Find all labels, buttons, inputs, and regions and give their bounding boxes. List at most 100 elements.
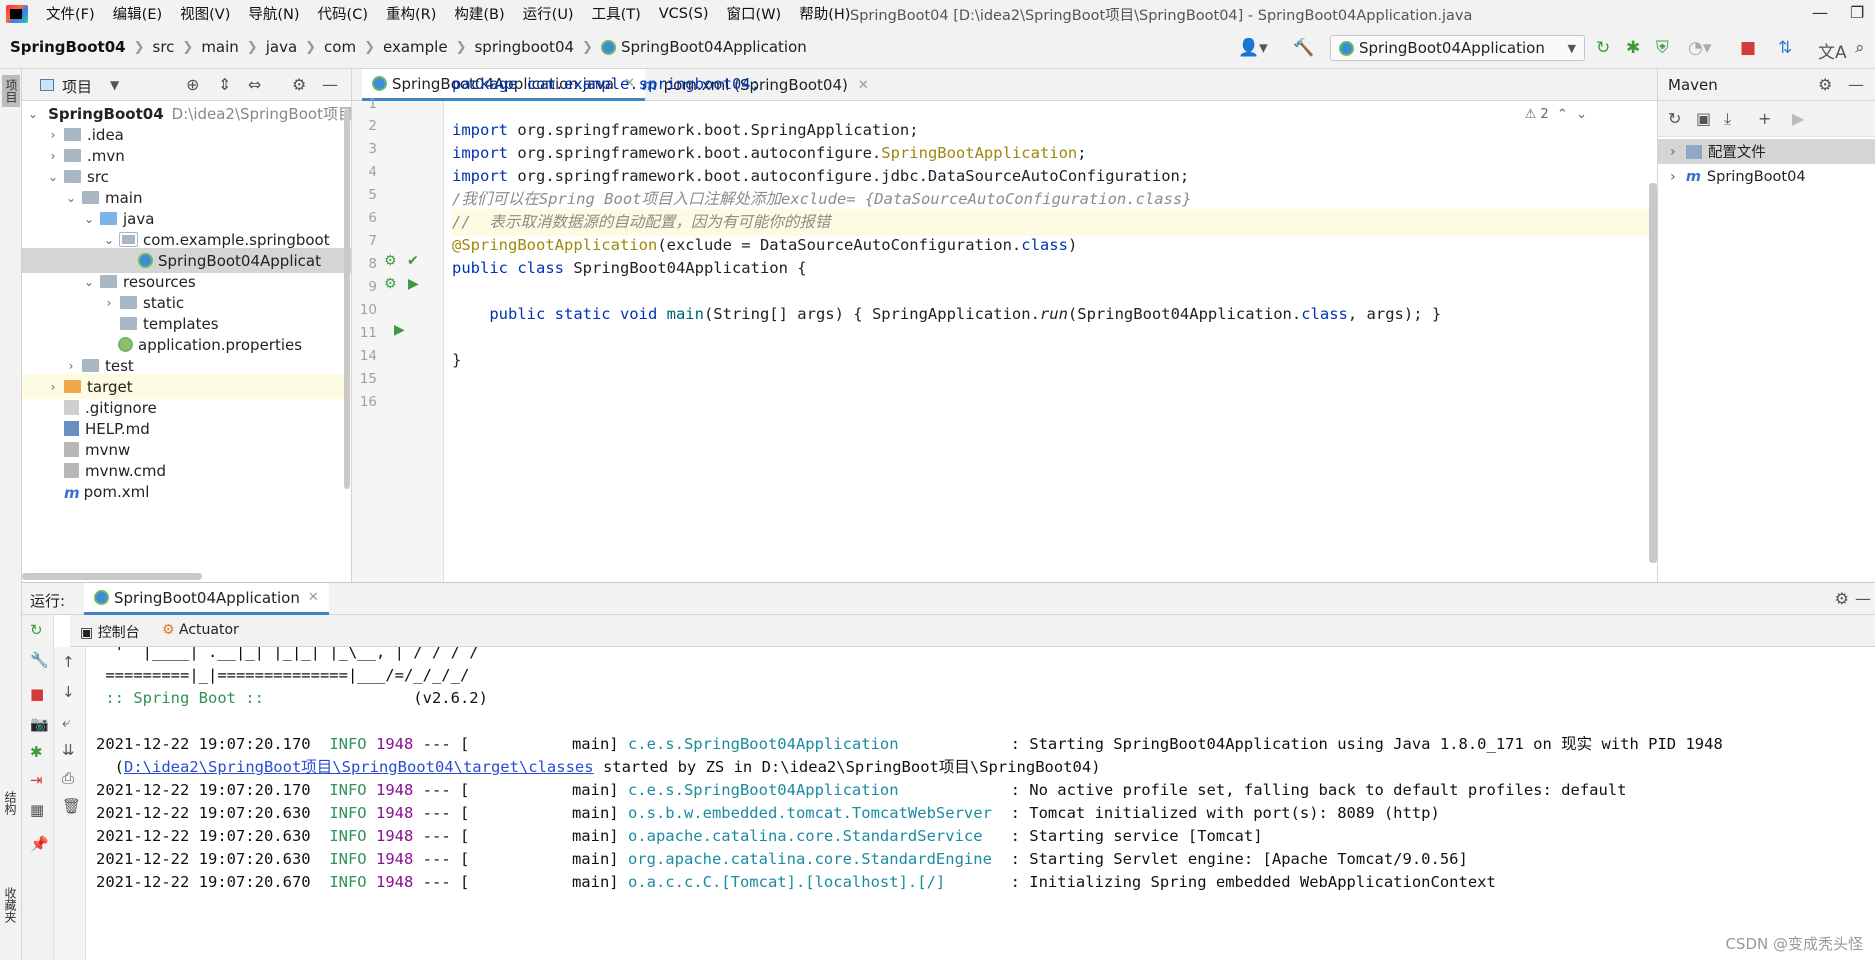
- maven-item-profiles[interactable]: › 配置文件: [1658, 139, 1875, 164]
- arrow-down-icon[interactable]: ↓: [62, 683, 75, 701]
- menu-navigate[interactable]: 导航(N): [248, 3, 299, 24]
- breadcrumb-main[interactable]: main: [201, 38, 238, 56]
- breadcrumb-class[interactable]: SpringBoot04Application: [621, 38, 807, 56]
- build-hammer-icon[interactable]: 🔨: [1293, 38, 1314, 58]
- arrow-up-icon[interactable]: ↑: [62, 653, 75, 671]
- download-icon[interactable]: ⤓: [1724, 109, 1731, 129]
- menu-window[interactable]: 窗口(W): [727, 3, 782, 24]
- add-folder-icon[interactable]: ▣: [1696, 109, 1711, 128]
- menu-help[interactable]: 帮助(H): [799, 3, 850, 24]
- breadcrumb-java[interactable]: java: [266, 38, 297, 56]
- run-toolbar: ↻ 🔧 ■ 📷 ✱ ⇥ ▦ 📌: [22, 615, 54, 960]
- spring-bean-icon[interactable]: ⚙: [384, 253, 397, 269]
- vertical-scrollbar[interactable]: [1649, 183, 1657, 563]
- gear-icon[interactable]: ⚙: [1835, 589, 1849, 608]
- stop-icon[interactable]: ■: [1740, 38, 1756, 58]
- breadcrumb-project[interactable]: SpringBoot04: [10, 38, 126, 56]
- run-configuration-select[interactable]: SpringBoot04Application ▼: [1330, 35, 1585, 61]
- collapse-arrow-icon: ›: [50, 127, 56, 142]
- layout-icon[interactable]: ▦: [30, 801, 44, 819]
- project-panel-title[interactable]: 项目: [62, 76, 92, 97]
- camera-icon[interactable]: 📷: [30, 715, 49, 733]
- vertical-scrollbar[interactable]: [344, 109, 350, 489]
- pin-icon[interactable]: 📌: [30, 835, 49, 853]
- debug-icon[interactable]: ✱: [1626, 38, 1640, 58]
- log-pid: 1948: [375, 873, 414, 891]
- gear-icon[interactable]: ⚙: [292, 75, 306, 94]
- console-log-row: 2021-12-22 19:07:20.670 INFO 1948 --- [ …: [96, 871, 1496, 894]
- run-icon[interactable]: ▶: [1792, 109, 1804, 128]
- breadcrumb-com[interactable]: com: [324, 38, 356, 56]
- translate-icon[interactable]: 文A: [1818, 38, 1847, 63]
- code-line-9[interactable]: public class SpringBoot04Application {: [452, 255, 807, 282]
- restore-icon[interactable]: ❐: [1850, 3, 1864, 22]
- tool-tab-project[interactable]: 项目: [2, 75, 20, 107]
- run-gutter-icon[interactable]: ▶: [408, 276, 419, 292]
- menu-refactor[interactable]: 重构(R): [386, 3, 436, 24]
- warnings-indicator[interactable]: ⚠ 2 ⌃ ⌄: [1525, 107, 1587, 122]
- menu-file[interactable]: 文件(F): [46, 3, 95, 24]
- tool-tab-structure[interactable]: 结构: [2, 791, 19, 815]
- console-output[interactable]: ' |____| .__|_| |_|_| |_\__, | / / / / =…: [86, 647, 1875, 960]
- code-line-15[interactable]: }: [452, 347, 461, 374]
- spring-bean-icon[interactable]: ⚙: [384, 276, 397, 292]
- menu-view[interactable]: 视图(V): [180, 3, 230, 24]
- gear-icon[interactable]: ⚙: [1818, 75, 1832, 94]
- breadcrumb-package[interactable]: springboot04: [474, 38, 574, 56]
- menu-edit[interactable]: 编辑(E): [113, 3, 162, 24]
- exit-icon[interactable]: ⇥: [30, 771, 43, 789]
- locate-icon[interactable]: ⊕: [186, 75, 199, 94]
- tab-console[interactable]: ▣ 控制台: [80, 622, 140, 642]
- tool-tab-favorites[interactable]: 收藏夹: [2, 887, 19, 923]
- menu-build[interactable]: 构建(B): [454, 3, 504, 24]
- collapse-arrow-icon: ›: [50, 148, 56, 163]
- tree-item-pom-xml[interactable]: m pom.xml: [22, 479, 351, 504]
- chevron-down-icon[interactable]: ▼: [110, 78, 119, 92]
- debug-icon[interactable]: ✱: [30, 743, 43, 761]
- user-icon[interactable]: 👤▾: [1238, 38, 1268, 58]
- stop-icon[interactable]: ■: [30, 685, 44, 703]
- minimize-icon[interactable]: —: [1812, 3, 1828, 22]
- menu-run[interactable]: 运行(U): [523, 3, 574, 24]
- hide-icon[interactable]: —: [1848, 75, 1864, 94]
- run-gutter-icon[interactable]: ▶: [394, 322, 405, 338]
- soft-wrap-icon[interactable]: ⤶: [62, 713, 70, 731]
- coverage-icon[interactable]: ⛨: [1656, 38, 1669, 58]
- vcs-update-icon[interactable]: ⇅: [1778, 38, 1792, 58]
- expand-all-icon[interactable]: ⇕: [218, 75, 231, 94]
- close-icon[interactable]: ✕: [858, 78, 869, 93]
- breadcrumb-src[interactable]: src: [153, 38, 175, 56]
- rerun-icon[interactable]: ↻: [30, 621, 43, 639]
- add-icon[interactable]: +: [1758, 109, 1771, 128]
- menu-code[interactable]: 代码(C): [318, 3, 368, 24]
- wrench-icon[interactable]: 🔧: [30, 651, 49, 669]
- scroll-to-end-icon[interactable]: ⇊: [62, 741, 75, 759]
- classes-path-link[interactable]: D:\idea2\SpringBoot项目\SpringBoot04\targe…: [124, 758, 594, 776]
- spring-config-icon[interactable]: ✔: [407, 253, 419, 269]
- reload-icon[interactable]: ↻: [1668, 109, 1681, 128]
- code-line-11[interactable]: public static void main(String[] args) {…: [452, 301, 1441, 328]
- run-tab[interactable]: SpringBoot04Application ✕: [84, 583, 329, 615]
- menu-vcs[interactable]: VCS(S): [659, 6, 709, 22]
- tab-actuator[interactable]: ⚙ Actuator: [162, 622, 239, 638]
- code-text: class: [1301, 305, 1348, 323]
- horizontal-scrollbar[interactable]: [22, 573, 202, 580]
- line-number: 5: [368, 187, 377, 203]
- menu-tools[interactable]: 工具(T): [592, 3, 641, 24]
- hide-icon[interactable]: —: [322, 75, 338, 94]
- code-line-1[interactable]: package com.example.springboot04;: [452, 71, 760, 98]
- code-text: (exclude = DataSourceAutoConfiguration.: [657, 236, 1022, 254]
- log-timestamp: 2021-12-22 19:07:20.630: [96, 804, 311, 822]
- warning-count: 2: [1540, 107, 1549, 122]
- print-icon[interactable]: ⎙: [62, 769, 74, 787]
- rerun-icon[interactable]: ↻: [1596, 38, 1610, 58]
- trash-icon[interactable]: 🗑: [62, 797, 81, 815]
- profile-icon[interactable]: ◔▾: [1688, 38, 1711, 58]
- breadcrumb-example[interactable]: example: [383, 38, 448, 56]
- collapse-all-icon[interactable]: ⇔: [248, 75, 261, 94]
- search-icon[interactable]: ⌕: [1855, 38, 1865, 58]
- hide-icon[interactable]: —: [1855, 589, 1871, 608]
- maven-file-icon: m: [64, 484, 80, 502]
- close-icon[interactable]: ✕: [308, 590, 319, 605]
- maven-item-project[interactable]: › m SpringBoot04: [1658, 164, 1875, 189]
